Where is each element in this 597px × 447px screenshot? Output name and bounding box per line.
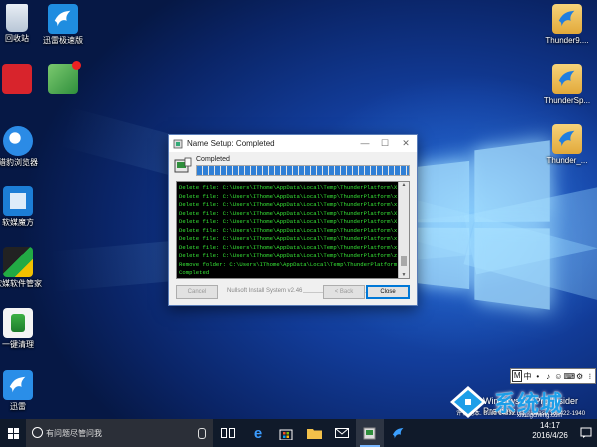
minimize-button[interactable]: —	[355, 135, 375, 152]
mail-button[interactable]	[328, 419, 356, 447]
installer-taskbar-button[interactable]	[356, 419, 384, 447]
thunder-bird-icon	[3, 370, 33, 400]
desktop: 回收站 迅雷极速版 猎豹浏览器 软媒魔方 软媒软件管家 一键清理	[0, 0, 597, 419]
installer-taskbar-icon	[363, 427, 376, 440]
desktop-icon-thunder9[interactable]: Thunder9....	[537, 4, 597, 46]
store-button[interactable]	[272, 419, 300, 447]
cancel-button[interactable]: Cancel	[176, 285, 218, 299]
log-line: Delete file: C:\Users\IThome\AppData\Loc…	[179, 209, 397, 217]
windows-start-icon	[7, 427, 19, 439]
log-lines: Delete file: C:\Users\IThome\AppData\Loc…	[179, 184, 397, 278]
ime-settings-icon[interactable]: ⚙	[574, 372, 584, 381]
ime-voice-icon[interactable]: ♪	[543, 372, 553, 381]
mail-icon	[335, 428, 349, 438]
desktop-icon-thunder[interactable]: 迅雷	[0, 370, 48, 412]
system-clock[interactable]: 14:17 2016/4/26	[525, 421, 575, 441]
desktop-icon-browser[interactable]: 猎豹浏览器	[0, 126, 48, 168]
xitongcheng-logo-icon	[450, 386, 486, 418]
search-placeholder: 有问题尽管问我	[46, 429, 102, 438]
ime-keyboard-icon[interactable]: ⌨	[563, 372, 575, 381]
maximize-button[interactable]: ☐	[375, 135, 395, 152]
log-scrollbar[interactable]: ▲ ▼	[398, 182, 409, 278]
desktop-icon-green-app[interactable]	[33, 61, 93, 96]
details-log[interactable]: Delete file: C:\Users\IThome\AppData\Loc…	[176, 181, 410, 279]
cortana-search-box[interactable]: 有问题尽管问我	[26, 419, 213, 447]
edge-button[interactable]: e	[244, 419, 272, 447]
browser-icon	[3, 126, 33, 156]
ime-toolbar[interactable]: M 中 • ♪ ☺ ⌨ ⚙ ⁝	[510, 368, 596, 384]
taskbar: 有问题尽管问我 e 14:17 2016/4/26	[0, 419, 597, 447]
installer-app-icon	[173, 139, 183, 148]
desktop-icon-software-manager[interactable]: 软媒软件管家	[0, 247, 48, 289]
log-line: Delete file: C:\Users\IThome\AppData\Loc…	[179, 252, 397, 259]
scroll-up-arrow-icon[interactable]: ▲	[400, 182, 408, 188]
scroll-down-arrow-icon[interactable]: ▼	[400, 272, 408, 278]
log-line: Delete file: C:\Users\IThome\AppData\Loc…	[179, 243, 397, 251]
dialog-title: Name Setup: Completed	[187, 139, 275, 148]
task-view-button[interactable]	[214, 419, 242, 447]
desktop-icon-thunder-underscore[interactable]: Thunder_...	[537, 124, 597, 166]
scroll-thumb[interactable]	[401, 256, 407, 266]
setup-icon	[174, 157, 192, 173]
ime-punctuation-toggle[interactable]: •	[533, 372, 543, 381]
red-app-icon	[2, 64, 32, 94]
log-line: Delete file: C:\Users\IThome\AppData\Loc…	[179, 184, 397, 191]
thunder-bird-icon	[48, 4, 78, 34]
ime-emoji-icon[interactable]: ☺	[553, 372, 563, 381]
folder-icon	[306, 429, 322, 439]
microphone-icon[interactable]	[198, 428, 206, 439]
dialog-titlebar[interactable]: Name Setup: Completed — ☐ ✕	[169, 135, 417, 152]
thunder-file-icon	[552, 64, 582, 94]
ime-mode-button[interactable]: M	[512, 370, 523, 382]
progress-label: Completed	[196, 156, 230, 163]
thunder-taskbar-button[interactable]	[384, 419, 412, 447]
ime-more-icon[interactable]: ⁝	[585, 372, 595, 381]
progress-fill	[197, 166, 409, 175]
nsis-branding: Nullsoft Install System v2.46	[227, 288, 380, 294]
log-line: Delete file: C:\Users\IThome\AppData\Loc…	[179, 235, 397, 242]
edge-icon: e	[253, 424, 263, 442]
thunder-file-icon	[552, 4, 582, 34]
desktop-icon-cleanup[interactable]: 一键清理	[0, 308, 48, 350]
desktop-icon-thunder-speed[interactable]: 迅雷极速版	[33, 4, 93, 46]
back-button[interactable]: < Back	[323, 285, 365, 299]
clock-time: 14:17	[539, 421, 561, 430]
installer-dialog: Name Setup: Completed — ☐ ✕ Completed De…	[168, 134, 418, 306]
thunder-taskbar-icon	[392, 427, 403, 438]
log-line: Delete file: C:\Users\IThome\AppData\Loc…	[179, 192, 397, 200]
close-window-button[interactable]: ✕	[396, 135, 416, 152]
software-manager-icon	[3, 247, 33, 277]
start-button[interactable]	[0, 419, 26, 447]
log-line: Remove folder: C:\Users\IThome\AppData\L…	[179, 260, 397, 268]
action-center-icon[interactable]	[580, 427, 592, 439]
desktop-icon-cube[interactable]: 软媒魔方	[0, 186, 48, 228]
log-line: Delete file: C:\Users\IThome\AppData\Loc…	[179, 226, 397, 234]
progress-bar	[196, 165, 410, 176]
ime-chinese-toggle[interactable]: 中	[522, 371, 532, 382]
clock-date: 2016/4/26	[532, 431, 568, 440]
thunder-file-icon	[552, 124, 582, 154]
store-icon	[279, 429, 293, 440]
recycle-bin-icon	[6, 4, 28, 32]
desktop-icon-thundersp[interactable]: ThunderSp...	[537, 64, 597, 106]
log-line: Delete file: C:\Users\IThome\AppData\Loc…	[179, 201, 397, 208]
file-explorer-button[interactable]	[300, 419, 328, 447]
windows-logo-wallpaper	[417, 140, 552, 310]
green-app-icon	[48, 61, 81, 94]
cortana-icon	[32, 427, 43, 438]
cube-icon	[3, 186, 33, 216]
task-view-icon	[221, 428, 235, 438]
close-button[interactable]: Close	[366, 285, 410, 299]
cleanup-icon	[3, 308, 33, 338]
dialog-footer: Cancel Nullsoft Install System v2.46 < B…	[169, 283, 417, 303]
log-line: Delete file: C:\Users\IThome\AppData\Loc…	[179, 218, 397, 225]
log-line: Completed	[179, 269, 210, 276]
